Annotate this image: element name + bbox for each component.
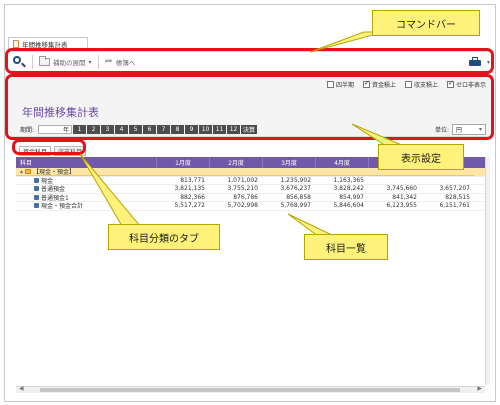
table-cell xyxy=(315,168,368,176)
table-cell: 3,755,210 xyxy=(227,185,258,193)
commandbar-highlight xyxy=(5,48,494,74)
commandbar-callout: コマンドバー xyxy=(372,10,480,36)
table-cell xyxy=(156,168,209,176)
column-header[interactable]: 2月度 xyxy=(209,157,262,168)
table-cell: 普通預金 xyxy=(16,185,156,193)
scroll-right-icon[interactable]: ▶ xyxy=(477,385,482,392)
table-cell: 3,821,135 xyxy=(174,185,205,193)
folder-icon xyxy=(24,168,31,174)
account-icon xyxy=(34,177,39,183)
tabs-callout: 科目分類のタブ xyxy=(108,224,220,250)
column-header[interactable]: 4月度 xyxy=(315,157,368,168)
table-row-total[interactable]: 現金・預金合計 5,517,272 5,702,998 5,768,997 5,… xyxy=(16,202,485,211)
table-cell: 854,997 xyxy=(339,193,364,201)
table-row[interactable]: 普通預金 3,821,135 3,755,210 3,676,237 3,828… xyxy=(16,185,485,194)
table-cell: 現金・預金合計 xyxy=(16,202,156,210)
table-cell: 841,342 xyxy=(392,193,417,201)
total-icon xyxy=(34,203,39,209)
table-cell: 5,768,997 xyxy=(280,202,311,210)
tabs-highlight xyxy=(12,139,86,155)
table-cell: 1,235,902 xyxy=(280,176,311,184)
list-callout: 科目一覧 xyxy=(304,234,388,260)
horizontal-scrollbar[interactable]: ◀ ▶ xyxy=(16,385,485,393)
table-cell: 5,702,998 xyxy=(227,202,258,210)
table-cell: 5,846,604 xyxy=(333,202,364,210)
table-row[interactable]: 普通預金1 882,366 876,786 856,858 854,997 84… xyxy=(16,193,485,202)
settings-highlight xyxy=(5,74,494,140)
table-cell: 現金 xyxy=(16,177,156,185)
table-cell: 813,771 xyxy=(180,176,205,184)
table-cell: 6,123,955 xyxy=(386,202,417,210)
display-callout: 表示設定 xyxy=(378,144,464,170)
table-cell: 3,676,237 xyxy=(280,185,311,193)
table-cell: 828,515 xyxy=(445,193,470,201)
scroll-left-icon[interactable]: ◀ xyxy=(19,385,24,392)
table-cell: 882,366 xyxy=(180,193,205,201)
table-cell: 普通預金1 xyxy=(16,194,156,202)
table-cell xyxy=(209,168,262,176)
scroll-thumb[interactable] xyxy=(40,388,460,392)
account-icon xyxy=(34,194,39,200)
table-cell: 3,657,207 xyxy=(439,185,470,193)
column-header[interactable]: 3月度 xyxy=(262,157,315,168)
column-header[interactable]: 1月度 xyxy=(156,157,209,168)
table-row[interactable]: 現金 813,771 1,071,002 1,235,902 1,163,365 xyxy=(16,176,485,185)
table-cell: 3,745,660 xyxy=(386,185,417,193)
group-label: 【現金・預金】 xyxy=(32,168,75,176)
document-icon xyxy=(13,40,19,48)
table-cell: 5,517,272 xyxy=(174,202,205,210)
account-name: 現金・預金合計 xyxy=(41,203,84,211)
table-cell xyxy=(368,177,421,185)
table-cell: 3,828,242 xyxy=(333,185,364,193)
table-cell: 856,858 xyxy=(286,193,311,201)
vertical-scrollbar[interactable] xyxy=(485,157,490,385)
table-cell: 1,071,002 xyxy=(227,176,258,184)
collapse-icon[interactable]: ▴ xyxy=(20,168,23,175)
table-cell: ▴ 【現金・預金】 xyxy=(16,168,156,176)
table-cell: 6,151,761 xyxy=(439,202,470,210)
account-icon xyxy=(34,186,39,192)
table-cell xyxy=(262,168,315,176)
table-cell: 1,163,365 xyxy=(333,176,364,184)
table-cell: 876,786 xyxy=(233,193,258,201)
table-cell xyxy=(421,177,474,185)
